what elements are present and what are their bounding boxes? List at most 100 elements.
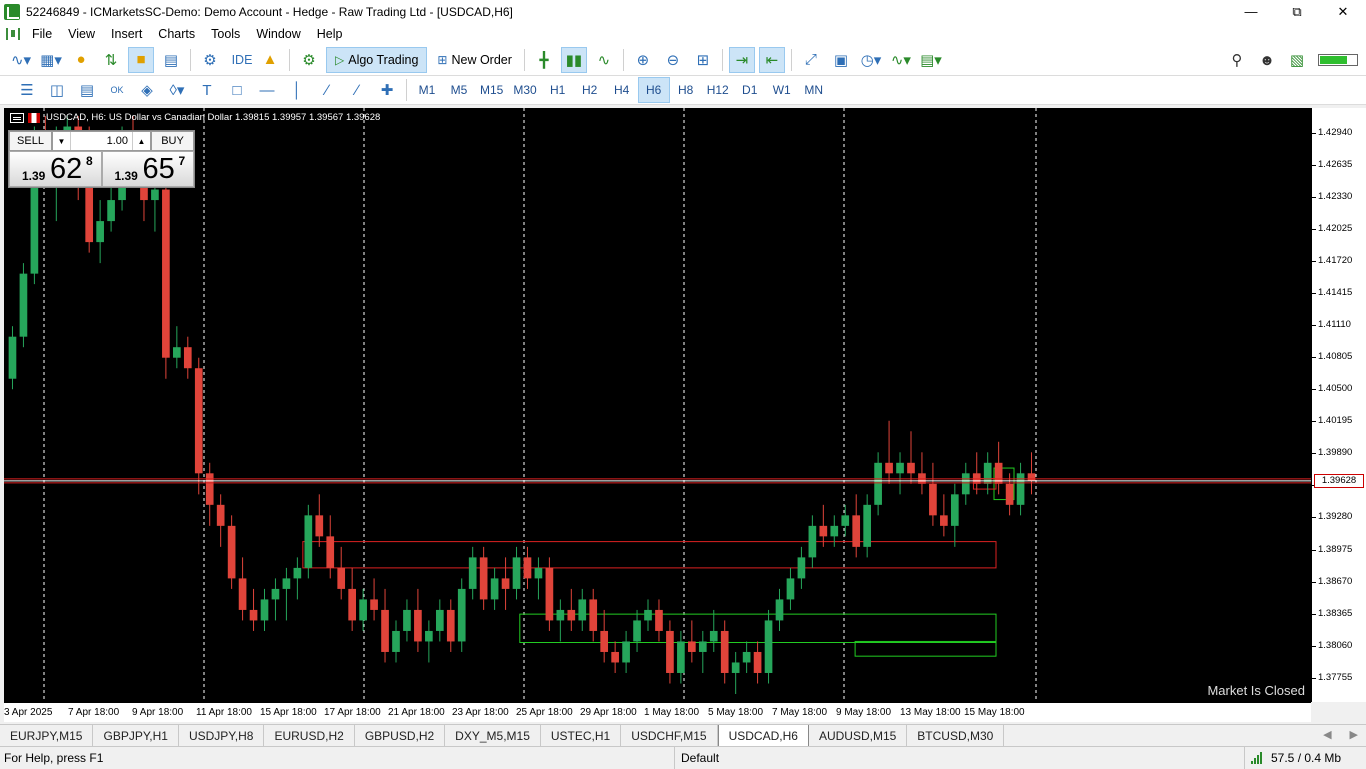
tab-usdjpy-h8[interactable]: USDJPY,H8 xyxy=(179,725,265,746)
account-icon[interactable]: ☻ xyxy=(1254,47,1280,73)
lot-stepper[interactable]: ▼ 1.00 ▲ xyxy=(52,131,151,151)
buy-price[interactable]: 1.39 65 7 xyxy=(101,151,194,187)
status-profile[interactable]: Default xyxy=(674,746,719,769)
search-icon[interactable]: ⚲ xyxy=(1224,47,1250,73)
price-label: 1.38365 xyxy=(1318,607,1353,619)
timeframe-h2[interactable]: H2 xyxy=(574,77,606,103)
database-icon[interactable]: ▤ xyxy=(158,47,184,73)
timeframe-d1[interactable]: D1 xyxy=(734,77,766,103)
menu-help[interactable]: Help xyxy=(309,27,351,41)
candle-body xyxy=(151,189,159,201)
price-axis[interactable]: 1.42940 1.42635 1.42330 1.42025 1.41720 1.414… xyxy=(1311,108,1366,702)
settings-icon[interactable]: ⚙ xyxy=(197,47,223,73)
tab-eurjpy-m15[interactable]: EURJPY,M15 xyxy=(0,725,94,746)
shapes-icon[interactable]: ◊▾ xyxy=(164,77,190,103)
horizontal-line-icon[interactable]: — xyxy=(254,77,280,103)
text-icon[interactable]: T xyxy=(194,77,220,103)
restore-icon[interactable]: ⧉ xyxy=(1274,0,1320,23)
rectangle-icon[interactable]: □ xyxy=(224,77,250,103)
menu-window[interactable]: Window xyxy=(248,27,308,41)
price-tick xyxy=(1312,389,1316,391)
signals-icon[interactable]: ⇅ xyxy=(98,47,124,73)
tab-eurusd-h2[interactable]: EURUSD,H2 xyxy=(264,725,355,746)
ray-icon[interactable]: ∕ xyxy=(344,77,370,103)
line-chart-icon[interactable]: ∿▾ xyxy=(8,47,34,73)
lot-decrease-icon[interactable]: ▼ xyxy=(53,132,71,150)
tab-prev-icon[interactable]: ◀ xyxy=(1323,728,1331,741)
sell-button[interactable]: SELL xyxy=(9,131,52,151)
lot-increase-icon[interactable]: ▲ xyxy=(132,132,150,150)
buy-button[interactable]: BUY xyxy=(151,131,194,151)
crosshair-list-icon[interactable]: ☰ xyxy=(14,77,40,103)
chart-properties-icon[interactable] xyxy=(10,112,24,123)
data-window-icon[interactable]: ◫ xyxy=(44,77,70,103)
indicators-icon[interactable]: ∿▾ xyxy=(888,47,914,73)
timeframe-w1[interactable]: W1 xyxy=(766,77,798,103)
algo-trading-button[interactable]: ▷ Algo Trading xyxy=(326,46,428,73)
timeframe-m15[interactable]: M15 xyxy=(475,77,508,103)
signal-icon[interactable]: ▧ xyxy=(1284,47,1310,73)
line-icon[interactable]: ∿ xyxy=(591,47,617,73)
time-label: 15 Apr 18:00 xyxy=(260,707,317,718)
tab-dxy-m5-m15[interactable]: DXY_M5,M15 xyxy=(445,725,541,746)
menu-file[interactable]: File xyxy=(24,27,60,41)
menu-charts[interactable]: Charts xyxy=(150,27,203,41)
timeframe-h8[interactable]: H8 xyxy=(670,77,702,103)
tab-btcusd-m30[interactable]: BTCUSD,M30 xyxy=(907,725,1005,746)
menu-insert[interactable]: Insert xyxy=(103,27,150,41)
expand-icon[interactable]: ⤢ xyxy=(798,47,824,73)
folder-icon[interactable]: ■ xyxy=(128,46,154,73)
trend-chart-icon[interactable]: ▤ xyxy=(74,77,100,103)
tab-audusd-m15[interactable]: AUDUSD,M15 xyxy=(809,725,908,746)
clock-icon[interactable]: ◷▾ xyxy=(858,47,884,73)
close-icon[interactable]: ✕ xyxy=(1320,0,1366,23)
chart-shift-icon[interactable]: ⇤ xyxy=(758,46,785,73)
trendline-icon[interactable]: ∕ xyxy=(314,77,340,103)
timeframe-m5[interactable]: M5 xyxy=(443,77,475,103)
timeframe-m1[interactable]: M1 xyxy=(411,77,443,103)
one-click-trading-panel: SELL ▼ 1.00 ▲ BUY 1.39 62 8 1.39 65 7 xyxy=(8,130,195,188)
gear-icon[interactable]: ⚙ xyxy=(296,47,322,73)
time-axis[interactable]: 3 Apr 2025 7 Apr 18:00 9 Apr 18:00 11 Apr 1… xyxy=(4,702,1311,722)
screenshot-icon[interactable]: ▣ xyxy=(828,47,854,73)
market-watch-icon[interactable]: ▦▾ xyxy=(38,47,64,73)
candle-body xyxy=(786,578,795,600)
timeframe-h6[interactable]: H6 xyxy=(637,77,670,103)
chart-menu-icon[interactable] xyxy=(6,27,20,40)
bar-chart-icon[interactable]: ╋ xyxy=(531,47,557,73)
price-chart[interactable] xyxy=(4,108,1311,702)
timeframe-h4[interactable]: H4 xyxy=(606,77,638,103)
menu-view[interactable]: View xyxy=(60,27,103,41)
minimize-icon[interactable]: — xyxy=(1228,0,1274,23)
tab-gbpusd-h2[interactable]: GBPUSD,H2 xyxy=(355,725,446,746)
crosshair-icon[interactable]: ✚ xyxy=(374,77,400,103)
templates-icon[interactable]: ▤▾ xyxy=(918,47,944,73)
status-connection[interactable]: 57.5 / 0.4 Mb xyxy=(1244,746,1341,769)
zoom-in-icon[interactable]: ⊕ xyxy=(630,47,656,73)
tab-next-icon[interactable]: ▶ xyxy=(1350,728,1358,741)
menu-tools[interactable]: Tools xyxy=(203,27,248,41)
timeframe-h1[interactable]: H1 xyxy=(542,77,574,103)
grid-icon[interactable]: ⊞ xyxy=(690,47,716,73)
zoom-out-icon[interactable]: ⊖ xyxy=(660,47,686,73)
timeframe-h12[interactable]: H12 xyxy=(702,77,734,103)
autoscroll-icon[interactable]: ⇥ xyxy=(728,46,755,73)
dollar-icon[interactable]: ● xyxy=(68,47,94,73)
bag-icon[interactable]: ▲ xyxy=(257,47,283,73)
vertical-line-icon[interactable]: │ xyxy=(284,77,310,103)
ide-button[interactable]: IDE xyxy=(227,47,253,73)
candle-chart-icon[interactable]: ▮▮ xyxy=(560,46,587,73)
sell-price[interactable]: 1.39 62 8 xyxy=(9,151,102,187)
timeframe-m30[interactable]: M30 xyxy=(508,77,541,103)
tab-usdcad-h6[interactable]: USDCAD,H6 xyxy=(717,725,809,747)
chart-area[interactable]: USDCAD, H6: US Dollar vs Canadian Dollar… xyxy=(4,108,1311,702)
tab-usdchf-m15[interactable]: USDCHF,M15 xyxy=(621,725,718,746)
lot-input[interactable]: 1.00 xyxy=(71,135,132,147)
ok-icon[interactable]: OK xyxy=(104,77,130,103)
new-order-button[interactable]: ⊞ New Order xyxy=(431,47,518,73)
tab-ustec-h1[interactable]: USTEC,H1 xyxy=(541,725,622,746)
timeframe-mn[interactable]: MN xyxy=(798,77,830,103)
objects-icon[interactable]: ◈ xyxy=(134,77,160,103)
candle-body xyxy=(479,557,488,600)
tab-gbpjpy-h1[interactable]: GBPJPY,H1 xyxy=(93,725,179,746)
